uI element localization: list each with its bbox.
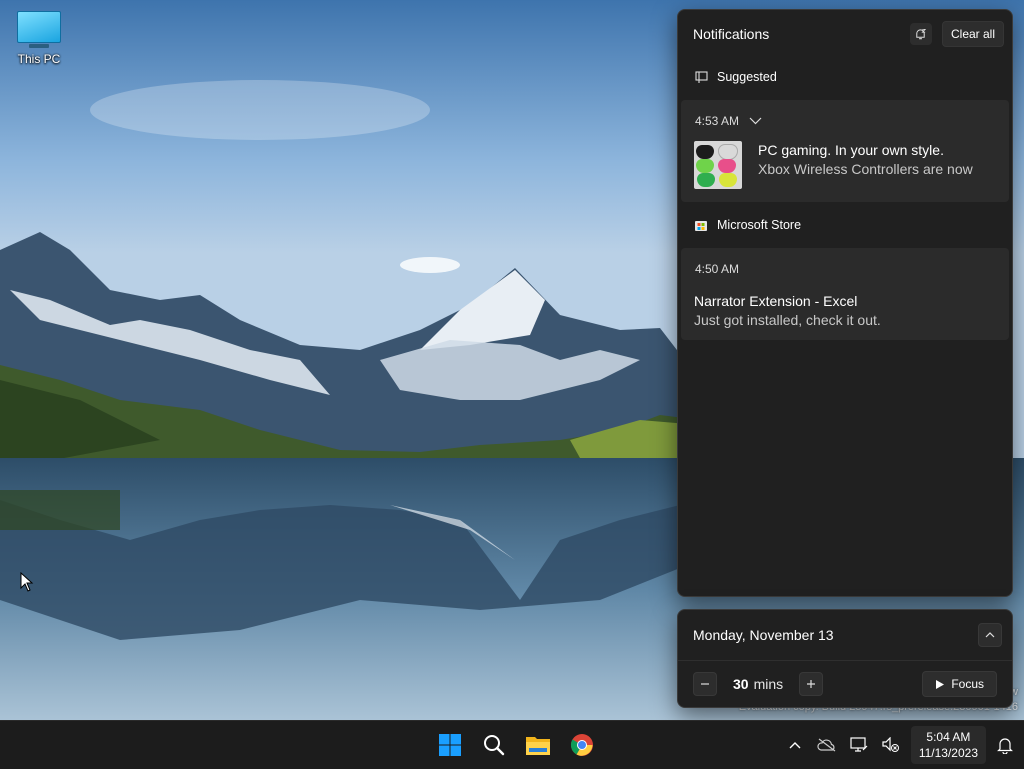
xbox-controllers-image (694, 141, 742, 189)
chevron-up-icon (985, 632, 995, 638)
decrease-minutes-button[interactable] (693, 672, 717, 696)
start-button[interactable] (428, 723, 472, 767)
monitor-stand (29, 44, 49, 48)
notification-body-text: Xbox Wireless Controllers are now (758, 161, 973, 177)
volume-button[interactable] (875, 725, 907, 765)
microsoft-store-icon (694, 218, 708, 232)
notification-title-text: Narrator Extension - Excel (694, 293, 858, 309)
suggested-icon (694, 70, 708, 84)
do-not-disturb-button[interactable] (909, 23, 932, 45)
system-tray: 5:04 AM 11/13/2023 (779, 721, 1024, 769)
focus-button-label: Focus (951, 677, 984, 691)
group-label-microsoft-store: Microsoft Store (717, 218, 802, 232)
bell-icon (997, 738, 1013, 754)
notification-card[interactable]: 4:53 AM PC gaming. In your own style. Xb… (681, 100, 1009, 202)
chevron-up-icon (789, 742, 801, 749)
network-icon (850, 737, 868, 752)
do-not-disturb-icon (916, 28, 927, 39)
minus-icon (701, 683, 709, 685)
search-icon (484, 735, 505, 756)
file-explorer-button[interactable] (516, 723, 560, 767)
notification-time-row: 4:50 AM (681, 248, 1009, 280)
notification-body-text: Just got installed, check it out. (694, 312, 881, 328)
taskbar: 5:04 AM 11/13/2023 (0, 720, 1024, 769)
group-label-suggested: Suggested (717, 70, 777, 84)
show-hidden-icons-button[interactable] (779, 725, 811, 765)
network-button[interactable] (843, 725, 875, 765)
taskbar-apps (428, 721, 604, 769)
notification-center: Notifications Clear all Suggested 4:53 A… (677, 9, 1013, 597)
volume-muted-icon (882, 737, 899, 752)
increase-minutes-button[interactable] (799, 672, 824, 696)
calendar-date: Monday, November 13 (693, 627, 834, 643)
focus-button[interactable]: Focus (922, 671, 997, 697)
desktop-icon-this-pc[interactable]: This PC (10, 8, 68, 66)
monitor-icon (17, 11, 61, 43)
clear-all-button[interactable]: Clear all (941, 21, 1004, 47)
notification-title-text: PC gaming. In your own style. (758, 142, 944, 158)
play-icon (936, 679, 945, 689)
mouse-cursor-icon (20, 572, 34, 592)
notification-group-suggested: Suggested (678, 58, 1012, 96)
taskbar-clock[interactable]: 5:04 AM 11/13/2023 (910, 726, 986, 764)
focus-minutes-value: 30 (733, 676, 749, 692)
plus-icon (807, 680, 816, 688)
onedrive-button[interactable] (811, 725, 843, 765)
notification-time: 4:50 AM (695, 262, 740, 276)
chrome-icon (570, 734, 593, 756)
chrome-button[interactable] (560, 723, 604, 767)
notification-title: Notifications (693, 26, 770, 42)
search-button[interactable] (472, 723, 516, 767)
notification-button[interactable] (990, 725, 1020, 765)
start-icon (439, 734, 461, 756)
focus-minutes-unit: mins (753, 676, 784, 692)
clock-time: 5:04 AM (926, 730, 971, 744)
desktop-icon-label: This PC (17, 52, 61, 66)
file-explorer-icon (526, 737, 550, 755)
expand-calendar-button[interactable] (978, 623, 1002, 647)
onedrive-offline-icon (817, 738, 836, 752)
notification-time-row: 4:53 AM (681, 100, 1009, 132)
notification-group-microsoft-store: Microsoft Store (678, 202, 1012, 248)
notification-card[interactable]: 4:50 AM Narrator Extension - Excel Just … (681, 248, 1009, 340)
notification-header: Notifications Clear all (678, 10, 1012, 58)
clock-date: 11/13/2023 (918, 746, 978, 760)
chevron-down-icon[interactable] (749, 117, 762, 125)
calendar-panel: Monday, November 13 30 mins Focus (677, 609, 1013, 708)
notification-time: 4:53 AM (695, 114, 740, 128)
